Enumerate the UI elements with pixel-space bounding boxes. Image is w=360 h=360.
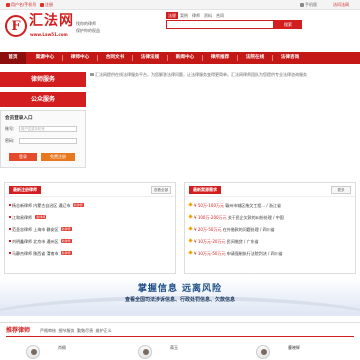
recommended-lawyers-title: 推荐律师 (6, 327, 31, 334)
login-panel: 会员登录入口 账号: 用户名或手机号 密码: 登录 免费注册 (0, 110, 86, 168)
nav-cases[interactable]: 案源中心 (29, 52, 61, 64)
slogan-line-1: 找你的律师 (76, 21, 96, 26)
search-tab-laws[interactable]: 法规 (166, 12, 178, 19)
panel-divider (5, 196, 175, 197)
new-badge: 新律师 (60, 239, 72, 243)
mobile-version-link[interactable]: 手机版 (300, 2, 317, 8)
risk-info-banner[interactable]: 掌握信息 远离风险 查看全国司法涉诉信息、行政处罚信息、欠款信息 (0, 278, 360, 316)
nav-divider (132, 55, 133, 61)
lawyer-avatar[interactable] (26, 345, 40, 359)
free-register-button[interactable]: 免费注册 (41, 153, 75, 161)
new-badge: 新律师 (60, 227, 72, 231)
nav-lawyers[interactable]: 律师中心 (64, 52, 96, 64)
lawyer-name[interactable]: 蒋玉 (170, 345, 178, 351)
search-tab-cases[interactable]: 案例 (178, 12, 190, 19)
lawyer-avatar[interactable] (256, 345, 270, 359)
phone-icon (300, 3, 304, 7)
lawyer-avatar[interactable] (138, 345, 152, 359)
section-divider (6, 336, 354, 337)
password-label: 密码: (5, 138, 15, 143)
nav-divider (202, 55, 203, 61)
nav-home[interactable]: 首页 (0, 52, 26, 64)
nav-contracts[interactable]: 合同文书 (99, 52, 131, 64)
password-field[interactable] (19, 138, 77, 144)
nav-divider (97, 55, 98, 61)
lawyer-name[interactable]: 肖佩 (58, 345, 66, 351)
username-field[interactable]: 用户名或手机号 (19, 126, 77, 132)
login-title: 会员登录入口 (5, 116, 33, 121)
nav-divider (237, 55, 238, 61)
case-row[interactable]: ¥ 10万元-20万元 民间借贷 / 广东省 (188, 237, 259, 246)
view-all-lawyers-button[interactable]: 查看全部 (151, 186, 171, 194)
user-icon (6, 3, 10, 7)
coin-icon (188, 226, 193, 231)
logo-name[interactable]: 汇法网 (29, 12, 74, 30)
search-tab-docs[interactable]: 资料 (202, 12, 214, 19)
new-lawyers-panel: 最新注册律师 查看全部 杨志新律师 内蒙古自治区 通辽市 新律师 江和易律师 新律… (4, 182, 176, 274)
nav-courts[interactable]: 法院在线 (239, 52, 271, 64)
username-label: 账号: (5, 126, 15, 131)
banner-headline: 掌握信息 远离风险 (137, 284, 223, 294)
new-badge: 新律师 (72, 203, 84, 207)
nav-divider (167, 55, 168, 61)
bullet-icon (9, 228, 11, 230)
search-tab-lawyers[interactable]: 律师 (190, 12, 202, 19)
login-button[interactable]: 登录 (9, 153, 37, 161)
lawyer-row[interactable]: 刘明鑫律师 北京市 通州区 新律师 (9, 237, 72, 246)
lawyer-service-button[interactable]: 律师服务 (0, 72, 86, 87)
nav-divider (62, 55, 63, 61)
bullet-icon (9, 216, 11, 218)
more-cases-button[interactable]: 更多 (331, 186, 351, 194)
search-input[interactable] (166, 20, 274, 29)
coin-icon (188, 202, 193, 207)
coin-icon (188, 214, 193, 219)
lawyer-row[interactable]: 马静杰律师 陕西省 渭南市 新律师 (9, 249, 72, 258)
nav-consult[interactable]: 法律咨询 (274, 52, 306, 64)
lawyer-row[interactable]: 范圣忠律师 上海市 静安区 新律师 (9, 225, 72, 234)
slogan-line-2: 保护你的权益 (76, 28, 100, 33)
logo-url: www.Law51.com (30, 32, 68, 37)
register-icon (40, 3, 44, 7)
recommended-lawyers-section: 推荐律师 严格审核 细节服务 勤勉尽责 维护正义 肖佩 蒋玉 曹晓辉 (0, 322, 360, 360)
bullet-icon (9, 252, 11, 254)
speaker-icon (90, 73, 94, 76)
search-tab-contracts[interactable]: 合同 (214, 12, 226, 19)
top-bar: 用户名/手机号 注册 手机版 访问法网 (0, 0, 360, 10)
login-link[interactable]: 用户名/手机号 (6, 2, 36, 8)
main-nav: 首页 案源中心 律师中心 合同文书 法律法规 新闻中心 律所推荐 法院在线 法律… (0, 52, 360, 64)
logo-mark[interactable]: F (5, 15, 27, 37)
visit-link[interactable]: 访问法网 (333, 2, 349, 8)
lawyer-row[interactable]: 江和易律师 新律师 (9, 213, 47, 222)
case-row[interactable]: ¥ 100万-200万元 关于民企欠款的纠纷处理 / 中国 (188, 213, 284, 222)
case-row[interactable]: ¥ 10万元-50万元 申请强制执行法院判决 / 四川省 (188, 249, 283, 258)
nav-law-firms[interactable]: 律所推荐 (204, 52, 236, 64)
bullet-icon (9, 240, 11, 242)
site-notice: 汇法网提供在线法律服务平台，为您解答法律问题，让法律服务变得更简单。汇法网律师团… (90, 72, 358, 78)
register-link[interactable]: 注册 (40, 2, 53, 8)
recommended-tags: 严格审核 细节服务 勤勉尽责 维护正义 (40, 328, 112, 333)
lawyer-row[interactable]: 杨志新律师 内蒙古自治区 通辽市 新律师 (9, 201, 84, 210)
lawyer-name[interactable]: 曹晓辉 (288, 345, 300, 351)
coin-icon (188, 238, 193, 243)
case-row[interactable]: ¥ 20万-50万元 在外借款的问题处理 / 四川省 (188, 225, 275, 234)
new-lawyers-title: 最新注册律师 (9, 186, 41, 194)
new-badge: 新律师 (35, 215, 47, 219)
nav-divider (272, 55, 273, 61)
coin-icon (188, 250, 193, 255)
search-tabs: 法规 案例 律师 资料 合同 (166, 12, 226, 19)
nav-news[interactable]: 新闻中心 (169, 52, 201, 64)
new-badge: 新律师 (60, 251, 72, 255)
public-service-button[interactable]: 公众服务 (0, 92, 86, 107)
new-cases-title: 最新案源需求 (189, 186, 221, 194)
panel-divider (185, 196, 355, 197)
nav-regulations[interactable]: 法律法规 (134, 52, 166, 64)
banner-subline: 查看全国司法涉诉信息、行政处罚信息、欠款信息 (124, 297, 235, 303)
new-cases-panel: 最新案源需求 更多 ¥ 50万-100万元 赣州市城区拖欠工程... / 浙江省… (184, 182, 356, 274)
search-button[interactable]: 搜索 (274, 20, 302, 29)
bullet-icon (9, 204, 11, 206)
case-row[interactable]: ¥ 50万-100万元 赣州市城区拖欠工程... / 浙江省 (188, 201, 281, 210)
